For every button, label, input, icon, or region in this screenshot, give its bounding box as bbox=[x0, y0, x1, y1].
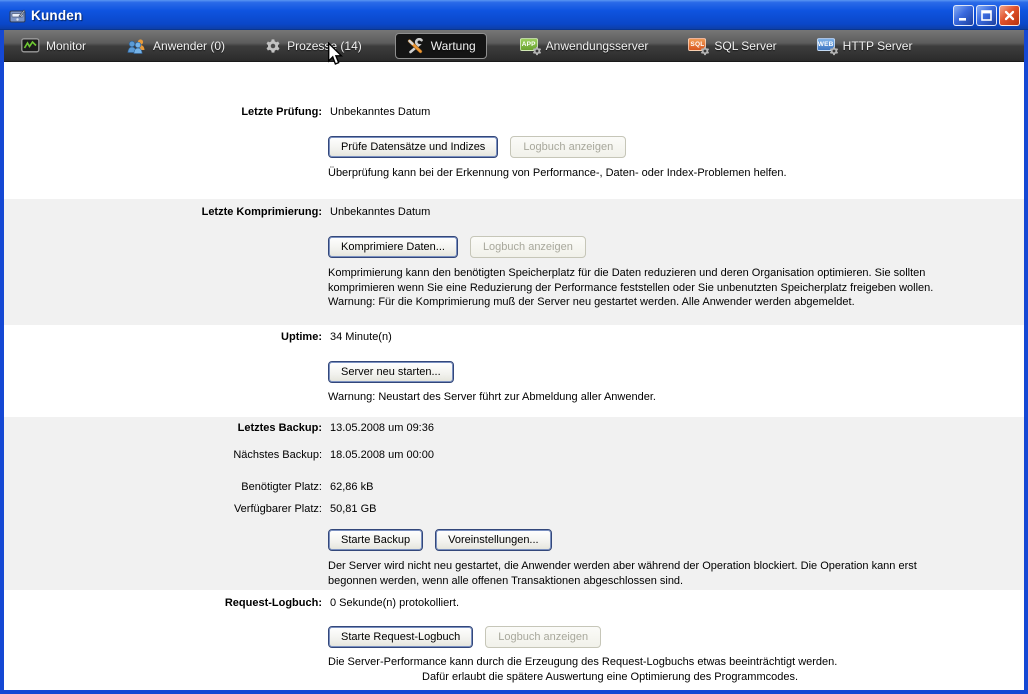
section-letzte-pruefung: Letzte Prüfung: Unbekanntes Datum Prüfe … bbox=[4, 62, 1024, 199]
tab-monitor[interactable]: Monitor bbox=[14, 33, 93, 58]
tab-wartung[interactable]: Wartung bbox=[395, 33, 487, 59]
users-icon bbox=[126, 38, 147, 54]
benoetigter-platz-value: 62,86 kB bbox=[330, 480, 373, 494]
request-logbuch-value: 0 Sekunde(n) protokolliert. bbox=[330, 596, 459, 610]
logbuch-anzeigen-button-komprimierung: Logbuch anzeigen bbox=[470, 236, 586, 258]
sql-server-icon: SQL bbox=[688, 38, 708, 54]
letzte-komprimierung-value: Unbekanntes Datum bbox=[330, 205, 430, 219]
komprimierung-description: Komprimierung kann den benötigten Speich… bbox=[328, 266, 934, 310]
section-uptime: Uptime: 34 Minute(n) Server neu starten.… bbox=[4, 325, 1024, 417]
tools-icon bbox=[406, 38, 425, 54]
request-logbuch-description: Die Server-Performance kann durch die Er… bbox=[328, 655, 1024, 684]
logbuch-anzeigen-button-request: Logbuch anzeigen bbox=[485, 626, 601, 648]
letztes-backup-value: 13.05.2008 um 09:36 bbox=[330, 421, 434, 435]
benoetigter-platz-label: Benötigter Platz: bbox=[4, 480, 322, 494]
tab-anwender[interactable]: Anwender (0) bbox=[119, 33, 232, 59]
minimize-icon bbox=[956, 8, 971, 23]
titlebar[interactable]: Kunden bbox=[0, 0, 1028, 30]
window-controls bbox=[953, 5, 1022, 26]
logbuch-anzeigen-button-pruefung: Logbuch anzeigen bbox=[510, 136, 626, 158]
tab-label: Anwender (0) bbox=[153, 39, 225, 53]
letzte-pruefung-label: Letzte Prüfung: bbox=[4, 105, 322, 119]
maximize-button[interactable] bbox=[976, 5, 997, 26]
gear-icon bbox=[265, 38, 281, 54]
section-backup: Letztes Backup: 13.05.2008 um 09:36 Näch… bbox=[4, 417, 1024, 590]
naechstes-backup-label: Nächstes Backup: bbox=[4, 448, 322, 462]
minimize-button[interactable] bbox=[953, 5, 974, 26]
tab-label: Anwendungsserver bbox=[546, 39, 649, 53]
pruefe-datensaetze-button[interactable]: Prüfe Datensätze und Indizes bbox=[328, 136, 498, 158]
uptime-warning: Warnung: Neustart des Server führt zur A… bbox=[328, 390, 1024, 405]
request-description-line2: Dafür erlaubt die spätere Auswertung ein… bbox=[422, 670, 1024, 685]
pruefung-description: Überprüfung kann bei der Erkennung von P… bbox=[328, 166, 1024, 181]
close-button[interactable] bbox=[999, 5, 1020, 26]
backup-row-letztes: Letztes Backup: 13.05.2008 um 09:36 bbox=[4, 421, 1024, 435]
starte-backup-button[interactable]: Starte Backup bbox=[328, 529, 423, 551]
verfuegbarer-platz-label: Verfügbarer Platz: bbox=[4, 502, 322, 516]
tab-label: HTTP Server bbox=[843, 39, 913, 53]
backup-row-benoetigter-platz: Benötigter Platz: 62,86 kB bbox=[4, 480, 1024, 494]
app-window: Kunden Monitor bbox=[0, 0, 1028, 694]
tab-label: Wartung bbox=[431, 39, 476, 53]
request-description-line1: Die Server-Performance kann durch die Er… bbox=[328, 655, 1024, 670]
backup-row-naechstes: Nächstes Backup: 18.05.2008 um 00:00 bbox=[4, 448, 1024, 462]
app-server-icon: APP bbox=[520, 38, 540, 54]
tab-label: Prozesse (14) bbox=[287, 39, 362, 53]
section-request-logbuch: Request-Logbuch: 0 Sekunde(n) protokolli… bbox=[4, 590, 1024, 690]
backup-row-verfuegbarer-platz: Verfügbarer Platz: 50,81 GB bbox=[4, 502, 1024, 516]
letztes-backup-label: Letztes Backup: bbox=[4, 421, 322, 435]
monitor-chart-icon bbox=[21, 38, 40, 53]
naechstes-backup-value: 18.05.2008 um 00:00 bbox=[330, 448, 434, 462]
tab-anwendungsserver[interactable]: APP Anwendungsserver bbox=[513, 33, 656, 59]
app-icon bbox=[9, 7, 26, 24]
uptime-label: Uptime: bbox=[4, 330, 322, 344]
section-letzte-komprimierung: Letzte Komprimierung: Unbekanntes Datum … bbox=[4, 199, 1024, 325]
verfuegbarer-platz-value: 50,81 GB bbox=[330, 502, 376, 516]
tab-label: Monitor bbox=[46, 39, 86, 53]
uptime-value: 34 Minute(n) bbox=[330, 330, 392, 344]
window-title: Kunden bbox=[31, 8, 82, 23]
tab-prozesse[interactable]: Prozesse (14) bbox=[258, 33, 369, 59]
wartung-panel: Letzte Prüfung: Unbekanntes Datum Prüfe … bbox=[4, 62, 1024, 690]
tab-sql-server[interactable]: SQL SQL Server bbox=[681, 33, 783, 59]
maximize-icon bbox=[979, 8, 994, 23]
letzte-pruefung-value: Unbekanntes Datum bbox=[330, 105, 430, 119]
voreinstellungen-button[interactable]: Voreinstellungen... bbox=[435, 529, 552, 551]
letzte-komprimierung-label: Letzte Komprimierung: bbox=[4, 205, 322, 219]
gear-overlay-icon bbox=[700, 46, 710, 56]
starte-request-logbuch-button[interactable]: Starte Request-Logbuch bbox=[328, 626, 473, 648]
close-icon bbox=[1002, 8, 1017, 23]
gear-overlay-icon bbox=[532, 46, 542, 56]
backup-description: Der Server wird nicht neu gestartet, die… bbox=[328, 559, 928, 588]
tab-http-server[interactable]: WEB HTTP Server bbox=[810, 33, 920, 59]
web-server-icon: WEB bbox=[817, 38, 837, 54]
request-logbuch-label: Request-Logbuch: bbox=[4, 596, 322, 610]
tab-label: SQL Server bbox=[714, 39, 776, 53]
toolbar: Monitor Anwender (0) Prozesse (14) bbox=[4, 30, 1024, 62]
komprimiere-daten-button[interactable]: Komprimiere Daten... bbox=[328, 236, 458, 258]
gear-overlay-icon bbox=[829, 46, 839, 56]
server-neu-starten-button[interactable]: Server neu starten... bbox=[328, 361, 454, 383]
